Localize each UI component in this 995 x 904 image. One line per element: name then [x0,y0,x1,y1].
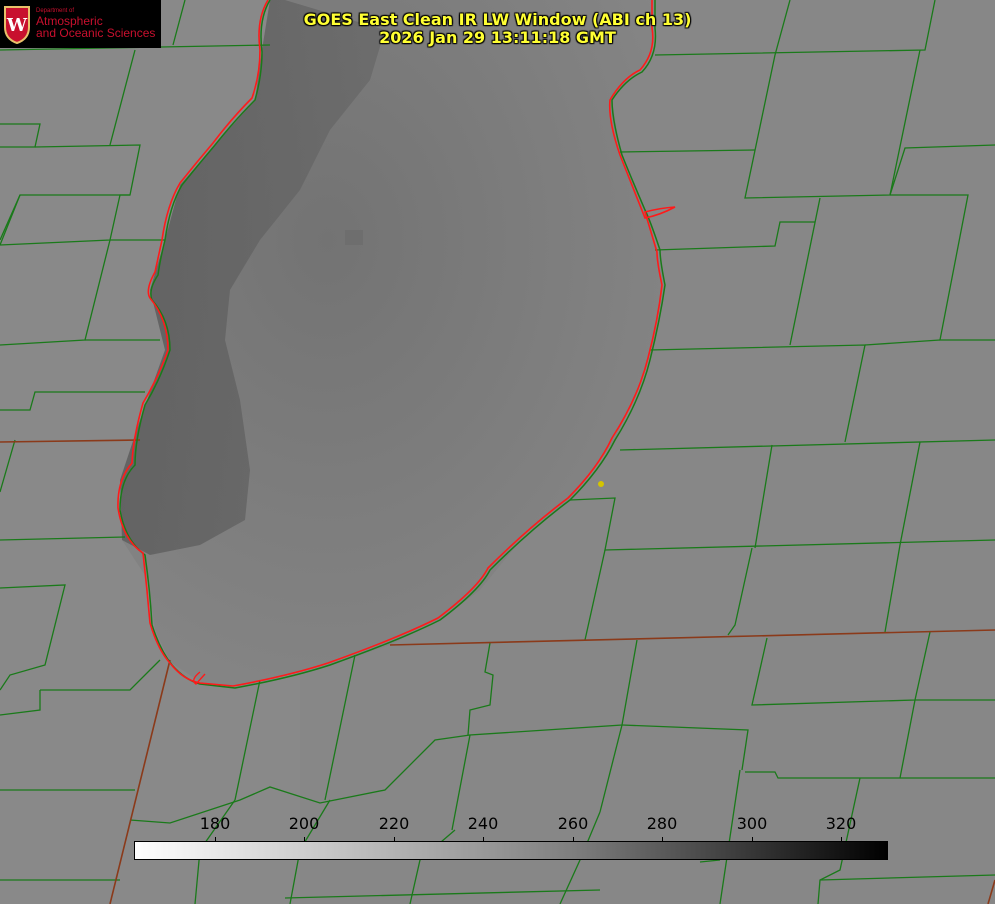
station-marker [598,481,604,487]
timestamp: 2026 Jan 29 13:11:18 GMT [379,28,616,47]
product-title: GOES East Clean IR LW Window (ABI ch 13) [303,10,692,29]
image-title: GOES East Clean IR LW Window (ABI ch 13)… [0,11,995,47]
satellite-map [0,0,995,904]
